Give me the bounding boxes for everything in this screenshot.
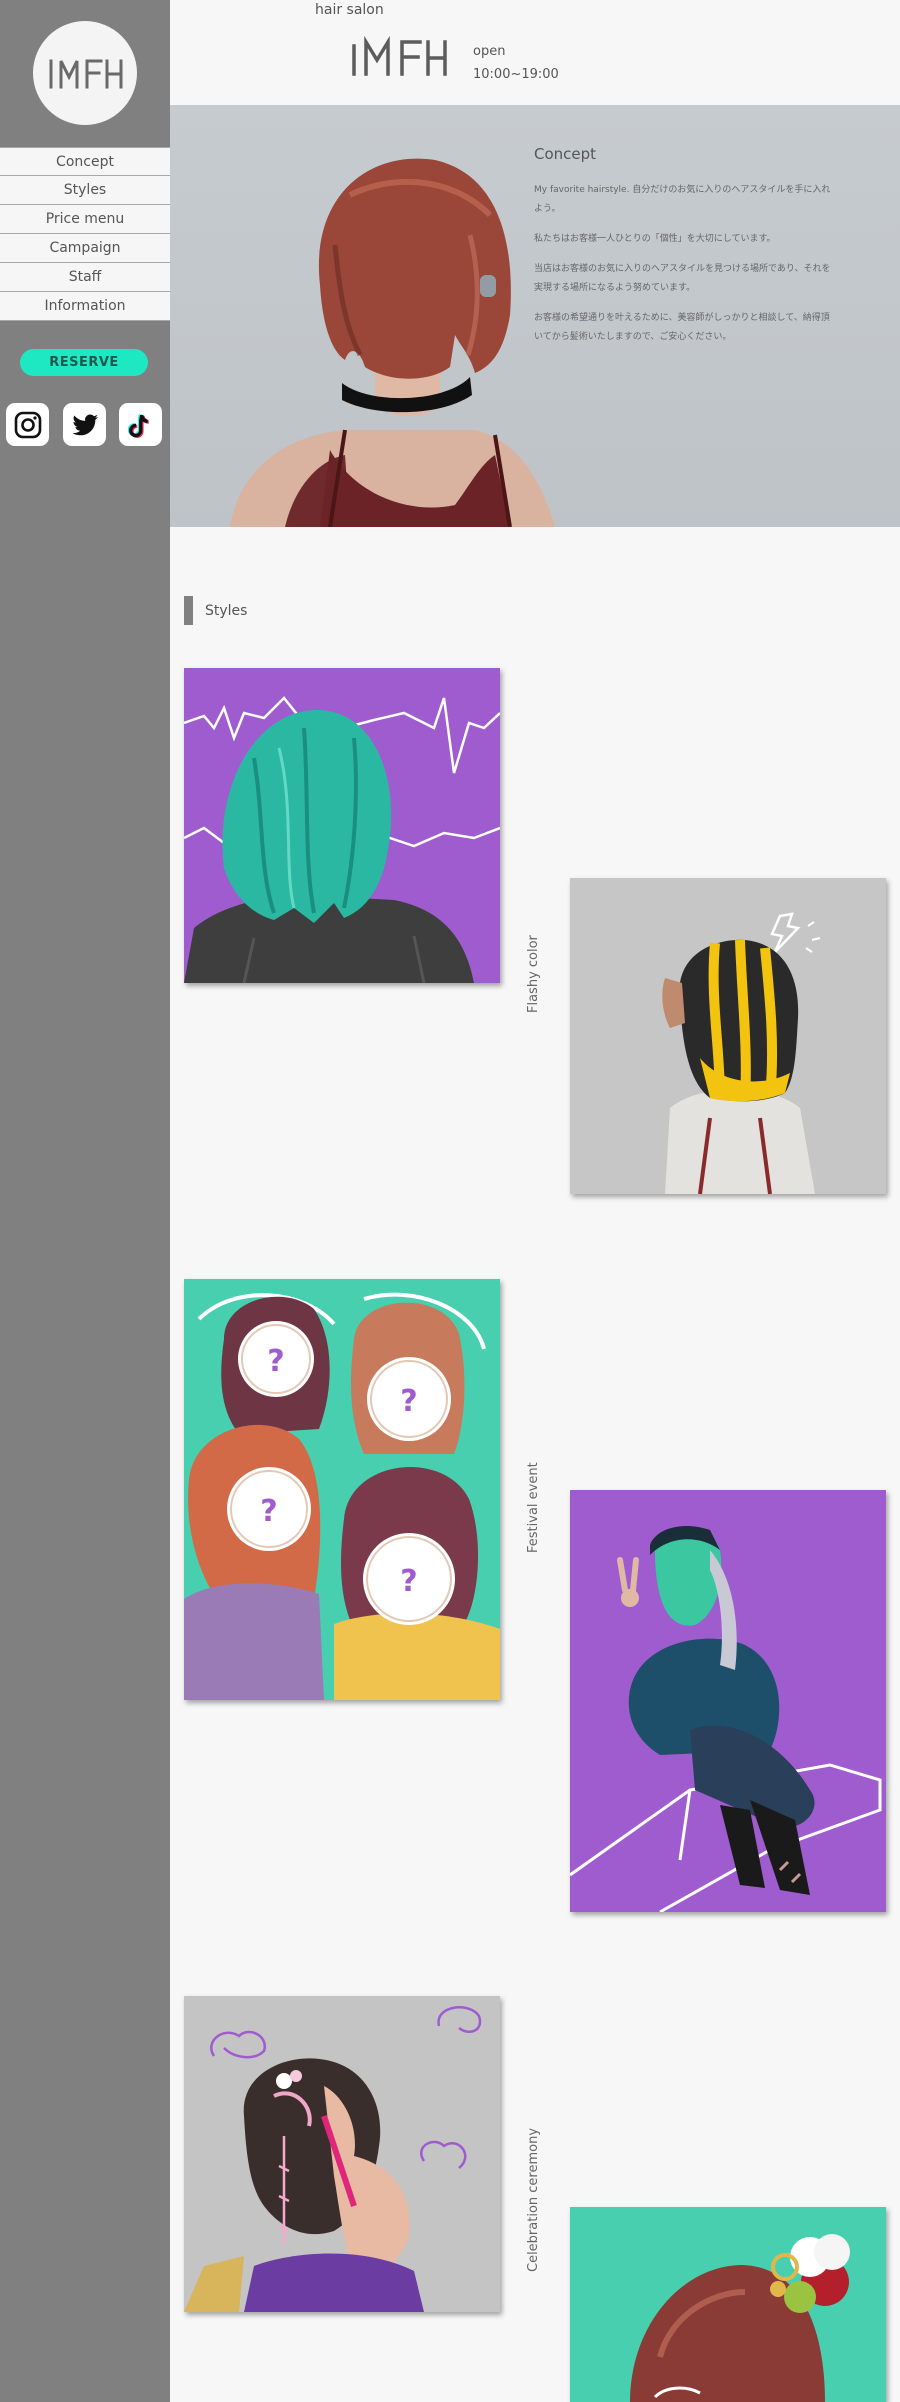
nav-item-staff[interactable]: Staff [0,263,170,292]
heading-bar [184,596,193,625]
concept-paragraph: お客様の希望通りを叶えるために、美容師がしっかりと相談して、納得頂いてから髪術い… [534,313,830,342]
category-label-celebration-ceremony: Celebration ceremony [526,2127,541,2272]
tiktok-link[interactable] [119,403,162,446]
styles-title: Styles [205,602,248,619]
style-photo-group[interactable]: ? ? ? ? [184,1279,500,1700]
header: hair salon open 10:00~19:00 [170,0,900,105]
concept-paragraph: 当店はお客様のお気に入りのヘアスタイルを見つける場所であり、それを実現する場所に… [534,264,831,293]
svg-text:?: ? [260,1494,277,1529]
nav-item-concept[interactable]: Concept [0,147,170,176]
logo[interactable] [33,21,137,125]
style-photo-teal-hair[interactable] [184,668,500,983]
hours-value: 10:00~19:00 [473,67,559,82]
svg-text:?: ? [400,1564,417,1599]
nav-item-styles[interactable]: Styles [0,176,170,205]
sidebar: Concept Styles Price menu Campaign Staff… [0,0,170,2402]
brand-mark-icon [352,35,447,76]
logo-mark-icon [49,59,123,89]
style-photo-crouching[interactable] [570,1490,886,1912]
header-tagline: hair salon [315,2,384,18]
style-photo-yellow-streaks[interactable] [570,878,886,1194]
reserve-button[interactable]: RESERVE [20,349,148,376]
nav-item-price-menu[interactable]: Price menu [0,205,170,234]
svg-text:?: ? [267,1344,284,1379]
category-label-flashy-color: Flashy color [526,935,541,1013]
main-nav: Concept Styles Price menu Campaign Staff… [0,147,170,321]
opening-hours: open 10:00~19:00 [473,40,559,86]
nav-item-information[interactable]: Information [0,292,170,321]
concept-block: Concept My favorite hairstyle. 自分だけのお気に入… [534,145,834,358]
brand-logo[interactable] [350,35,448,82]
nav-item-campaign[interactable]: Campaign [0,234,170,263]
concept-paragraph: My favorite hairstyle. 自分だけのお気に入りのヘアスタイル… [534,185,831,214]
instagram-link[interactable] [6,403,49,446]
svg-text:?: ? [400,1384,417,1419]
twitter-link[interactable] [63,403,106,446]
style-photo-updo[interactable] [184,1996,500,2312]
category-label-festival-event: Festival event [526,1462,541,1553]
concept-title: Concept [534,145,597,163]
tiktok-icon [127,413,149,438]
concept-paragraph: 私たちはお客様一人ひとりの「個性」を大切にしています。 [534,234,776,244]
styles-heading: Styles [184,596,247,625]
hero-section: Concept My favorite hairstyle. 自分だけのお気に入… [170,105,900,527]
hero-photo [230,158,555,527]
open-label: open [473,44,506,59]
instagram-icon [14,411,41,438]
twitter-icon [72,414,98,435]
style-photo-flower-hairpiece[interactable] [570,2207,886,2402]
